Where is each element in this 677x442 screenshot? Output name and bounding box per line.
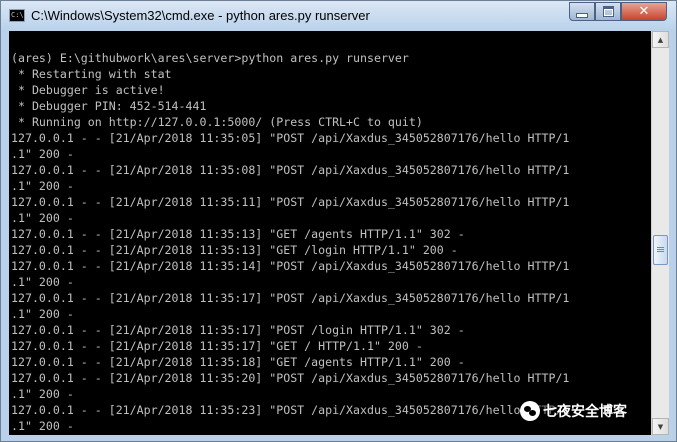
console-line: 127.0.0.1 - - [21/Apr/2018 11:35:11] "PO… — [11, 195, 570, 209]
close-button[interactable]: ✕ — [621, 2, 667, 21]
minimize-button[interactable] — [569, 2, 595, 21]
console-line: * Restarting with stat — [11, 67, 172, 81]
vertical-scrollbar[interactable]: ▲ ▼ — [651, 31, 669, 435]
wechat-icon — [520, 401, 540, 421]
scroll-down-button[interactable]: ▼ — [652, 418, 669, 435]
console-line: 127.0.0.1 - - [21/Apr/2018 11:35:17] "GE… — [11, 339, 423, 353]
console-line: * Running on http://127.0.0.1:5000/ (Pre… — [11, 115, 423, 129]
console-line: 127.0.0.1 - - [21/Apr/2018 11:35:17] "PO… — [11, 323, 465, 337]
console-line: (ares) E:\githubwork\ares\server>python … — [11, 51, 409, 65]
chevron-down-icon: ▼ — [657, 422, 664, 431]
cmd-window: C:\ C:\Windows\System32\cmd.exe - python… — [0, 0, 677, 442]
console-line: .1" 200 - — [11, 147, 74, 161]
console-line: .1" 200 - — [11, 419, 74, 433]
console-line: 127.0.0.1 - - [21/Apr/2018 11:35:05] "PO… — [11, 131, 570, 145]
console-line: 127.0.0.1 - - [21/Apr/2018 11:35:18] "GE… — [11, 355, 465, 369]
maximize-icon — [602, 6, 614, 17]
console-line: * Debugger PIN: 452-514-441 — [11, 99, 207, 113]
console-line: .1" 200 - — [11, 179, 74, 193]
console-line: 127.0.0.1 - - [21/Apr/2018 11:35:17] "PO… — [11, 291, 570, 305]
console-output[interactable]: (ares) E:\githubwork\ares\server>python … — [9, 31, 651, 435]
window-title: C:\Windows\System32\cmd.exe - python are… — [31, 8, 370, 23]
watermark: 七夜安全博客 — [520, 398, 627, 424]
scroll-thumb[interactable] — [653, 235, 668, 265]
console-line: 127.0.0.1 - - [21/Apr/2018 11:35:13] "GE… — [11, 227, 465, 241]
watermark-text: 七夜安全博客 — [543, 404, 627, 420]
title-bar[interactable]: C:\ C:\Windows\System32\cmd.exe - python… — [1, 1, 676, 31]
console-line: 127.0.0.1 - - [21/Apr/2018 11:35:20] "PO… — [11, 371, 570, 385]
close-icon: ✕ — [638, 4, 650, 19]
console-line: .1" 200 - — [11, 211, 74, 225]
console-line: .1" 200 - — [11, 275, 74, 289]
scroll-up-button[interactable]: ▲ — [652, 31, 669, 48]
console-line: 127.0.0.1 - - [21/Apr/2018 11:35:13] "GE… — [11, 243, 458, 257]
console-line: 127.0.0.1 - - [21/Apr/2018 11:35:14] "PO… — [11, 259, 570, 273]
console-line: 127.0.0.1 - - [21/Apr/2018 11:35:23] "PO… — [11, 403, 570, 417]
chevron-up-icon: ▲ — [657, 35, 664, 44]
thumb-grip-line — [657, 251, 664, 252]
console-line: * Debugger is active! — [11, 83, 165, 97]
maximize-button[interactable] — [595, 2, 621, 21]
console-line: .1" 200 - — [11, 307, 74, 321]
console-line: 127.0.0.1 - - [21/Apr/2018 11:35:08] "PO… — [11, 163, 570, 177]
minimize-icon — [576, 12, 588, 18]
thumb-grip-line — [657, 249, 664, 250]
console-line: .1" 200 - — [11, 387, 74, 401]
cmd-app-icon[interactable]: C:\ — [9, 9, 25, 22]
thumb-grip-line — [657, 247, 664, 248]
console-text[interactable]: (ares) E:\githubwork\ares\server>python … — [11, 50, 569, 434]
